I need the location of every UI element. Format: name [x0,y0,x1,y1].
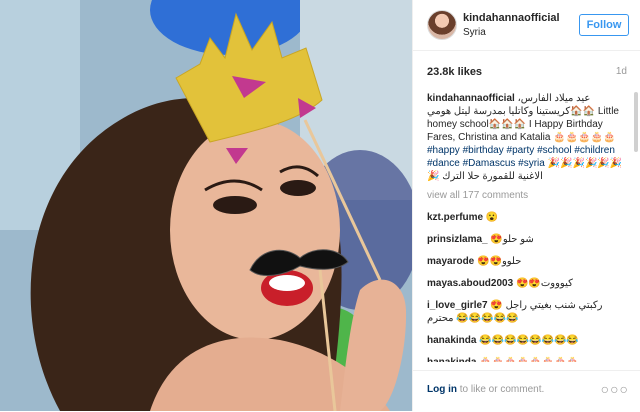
post-footer: Log in to like or comment. ○○○ [413,370,640,412]
login-prompt: Log in to like or comment. [427,384,544,395]
post-username[interactable]: kindahannaofficial [463,12,560,24]
comment-username[interactable]: hanakinda [427,357,476,362]
comment-row: i_love_girle7 😍 ركبتي شنب بغيتي راجل محت… [427,299,623,325]
post-age[interactable]: 1d [616,66,627,77]
comment-text: 😍😍حلوو [477,256,522,267]
comment-username[interactable]: prinsizlama_ [427,234,488,245]
comment-row: kzt.perfume 😮 [427,211,623,224]
comment-row: prinsizlama_ 😍شو حلو [427,233,623,246]
comment-text: 😍شو حلو [490,234,534,245]
comments-list[interactable]: kindahannaofficial عيد ميلاد الفارس، كري… [427,92,623,362]
comment-username[interactable]: hanakinda [427,335,476,346]
likes-row: 23.8k likes 1d [427,66,627,80]
comment-username[interactable]: i_love_girle7 [427,300,488,311]
login-prompt-text: to like or comment. [457,384,545,395]
instagram-post: kindahannaofficial Syria Follow 23.8k li… [0,0,640,411]
post-location[interactable]: Syria [463,27,486,38]
view-all-comments-link[interactable]: view all 177 comments [427,189,623,202]
likes-count[interactable]: 23.8k likes [427,66,482,78]
login-link[interactable]: Log in [427,384,457,395]
post-sidebar: kindahannaofficial Syria Follow 23.8k li… [412,0,640,411]
comment-text: 🎂🎂🎂🎂🎂🎂🎂🎂 [479,357,579,362]
caption-username[interactable]: kindahannaofficial [427,93,515,104]
comment-row: hanakinda 😂😂😂😂😂😂😂😂 [427,334,623,347]
comments-scrollbar[interactable] [634,92,638,152]
post-header: kindahannaofficial Syria Follow [413,0,640,51]
comment-username[interactable]: kzt.perfume [427,212,483,223]
comment-username[interactable]: mayas.aboud2003 [427,278,513,289]
comment-row: hanakinda 🎂🎂🎂🎂🎂🎂🎂🎂 [427,356,623,362]
comment-text: 😍😍كيوووت [515,278,573,289]
avatar[interactable] [427,10,457,40]
comment-row: mayas.aboud2003 😍😍كيوووت [427,277,623,290]
comment-text: 😂😂😂😂😂😂😂😂 [479,335,579,346]
more-options-icon[interactable]: ○○○ [601,381,629,397]
comment-text: 😮 [485,212,499,223]
photo-illustration [0,0,412,411]
comment-row: mayarode 😍😍حلوو [427,255,623,268]
caption: kindahannaofficial عيد ميلاد الفارس، كري… [427,92,623,183]
follow-button[interactable]: Follow [579,14,629,36]
post-photo[interactable] [0,0,412,411]
comment-username[interactable]: mayarode [427,256,474,267]
